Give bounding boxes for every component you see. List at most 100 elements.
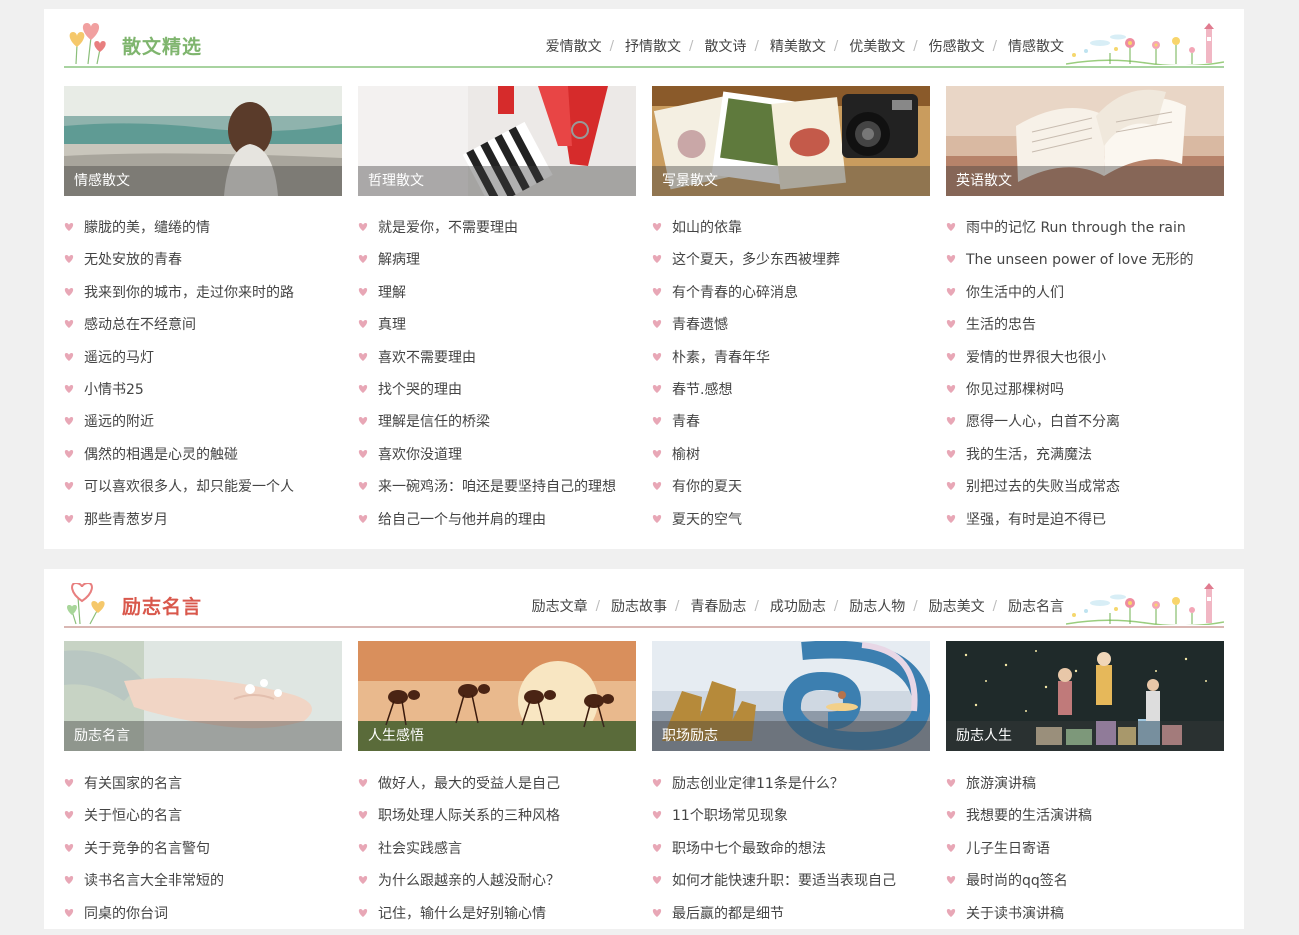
article-link[interactable]: 爱情的世界很大也很小 bbox=[966, 350, 1106, 366]
article-link[interactable]: 有个青春的心碎消息 bbox=[672, 285, 798, 301]
article-link[interactable]: 喜欢不需要理由 bbox=[378, 350, 476, 366]
article-link[interactable]: 这个夏天，多少东西被埋葬 bbox=[672, 252, 840, 268]
article-link[interactable]: 记住，输什么是好别输心情 bbox=[378, 906, 546, 922]
category-thumbnail[interactable]: 励志名言 bbox=[64, 641, 342, 751]
category-thumbnail[interactable]: 英语散文 bbox=[946, 86, 1224, 196]
nav-link[interactable]: 伤感散文 bbox=[929, 36, 985, 56]
list-item: 励志创业定律11条是什么？ bbox=[652, 773, 930, 805]
list-item: 关于竞争的名言警句 bbox=[64, 838, 342, 870]
article-link[interactable]: 旅游演讲稿 bbox=[966, 776, 1036, 792]
article-link[interactable]: 感动总在不经意间 bbox=[84, 317, 196, 333]
article-link[interactable]: 可以喜欢很多人，却只能爱一个人 bbox=[84, 479, 294, 495]
nav-link[interactable]: 青春励志 bbox=[690, 596, 746, 616]
article-link[interactable]: 朴素，青春年华 bbox=[672, 350, 770, 366]
article-link[interactable]: 11个职场常见现象 bbox=[672, 808, 788, 824]
category-thumbnail[interactable]: 哲理散文 bbox=[358, 86, 636, 196]
article-link[interactable]: 小情书25 bbox=[84, 382, 144, 398]
article-link[interactable]: 愿得一人心，白首不分离 bbox=[966, 414, 1120, 430]
article-link[interactable]: 你生活中的人们 bbox=[966, 285, 1064, 301]
hearts-logo-icon bbox=[67, 583, 105, 625]
heart-bullet-icon bbox=[946, 417, 956, 426]
article-link[interactable]: 有你的夏天 bbox=[672, 479, 742, 495]
article-link[interactable]: 我想要的生活演讲稿 bbox=[966, 808, 1092, 824]
nav-link[interactable]: 励志名言 bbox=[1008, 596, 1064, 616]
nav-link[interactable]: 抒情散文 bbox=[625, 36, 681, 56]
category-thumbnail[interactable]: 情感散文 bbox=[64, 86, 342, 196]
article-link[interactable]: 如何才能快速升职：要适当表现自己 bbox=[672, 873, 896, 889]
article-link[interactable]: 坚强，有时是迫不得已 bbox=[966, 512, 1106, 528]
article-link[interactable]: 遥远的马灯 bbox=[84, 350, 154, 366]
article-link[interactable]: 青春 bbox=[672, 414, 700, 430]
nav-link[interactable]: 优美散文 bbox=[849, 36, 905, 56]
article-link[interactable]: 喜欢你没道理 bbox=[378, 447, 462, 463]
article-link[interactable]: 夏天的空气 bbox=[672, 512, 742, 528]
article-link[interactable]: 找个哭的理由 bbox=[378, 382, 462, 398]
article-link[interactable]: 理解是信任的桥梁 bbox=[378, 414, 490, 430]
article-link[interactable]: 就是爱你，不需要理由 bbox=[378, 220, 518, 236]
article-link[interactable]: 你见过那棵树吗 bbox=[966, 382, 1064, 398]
article-link[interactable]: 雨中的记忆 Run through the rain bbox=[966, 220, 1186, 236]
article-link[interactable]: 如山的依靠 bbox=[672, 220, 742, 236]
nav-link[interactable]: 励志美文 bbox=[929, 596, 985, 616]
article-link[interactable]: 儿子生日寄语 bbox=[966, 841, 1050, 857]
category-card: 哲理散文 就是爱你，不需要理由 解病理 理解 真理 喜欢不需要理由 找个哭的理由… bbox=[358, 86, 636, 528]
article-link[interactable]: 来一碗鸡汤：咱还是要坚持自己的理想 bbox=[378, 479, 616, 495]
nav-link[interactable]: 励志文章 bbox=[532, 596, 588, 616]
category-thumbnail[interactable]: 励志人生 bbox=[946, 641, 1224, 751]
nav-link[interactable]: 成功励志 bbox=[770, 596, 826, 616]
article-link[interactable]: 生活的忠告 bbox=[966, 317, 1036, 333]
article-link[interactable]: 我的生活，充满魔法 bbox=[966, 447, 1092, 463]
list-item: 关于恒心的名言 bbox=[64, 805, 342, 837]
article-link[interactable]: 为什么跟越亲的人越没耐心？ bbox=[378, 873, 560, 889]
article-link[interactable]: 关于恒心的名言 bbox=[84, 808, 182, 824]
category-card: 励志名言 有关国家的名言 关于恒心的名言 关于竞争的名言警句 读书名言大全非常短… bbox=[64, 641, 342, 922]
heart-bullet-icon bbox=[64, 514, 74, 523]
article-link[interactable]: 社会实践感言 bbox=[378, 841, 462, 857]
nav-link[interactable]: 精美散文 bbox=[770, 36, 826, 56]
list-item: 春节.感想 bbox=[652, 379, 930, 411]
nav-link[interactable]: 励志人物 bbox=[849, 596, 905, 616]
nav-link[interactable]: 励志故事 bbox=[611, 596, 667, 616]
heart-bullet-icon bbox=[946, 482, 956, 491]
heart-bullet-icon bbox=[946, 514, 956, 523]
heart-bullet-icon bbox=[358, 449, 368, 458]
article-link[interactable]: 最后赢的都是细节 bbox=[672, 906, 784, 922]
article-link[interactable]: 朦胧的美，缱绻的情 bbox=[84, 220, 210, 236]
category-thumbnail[interactable]: 职场励志 bbox=[652, 641, 930, 751]
article-link[interactable]: 理解 bbox=[378, 285, 406, 301]
article-link[interactable]: 真理 bbox=[378, 317, 406, 333]
list-item: 有关国家的名言 bbox=[64, 773, 342, 805]
article-link[interactable]: 无处安放的青春 bbox=[84, 252, 182, 268]
article-link[interactable]: 给自己一个与他并肩的理由 bbox=[378, 512, 546, 528]
list-item: 做好人，最大的受益人是自己 bbox=[358, 773, 636, 805]
article-link[interactable]: 偶然的相遇是心灵的触碰 bbox=[84, 447, 238, 463]
nav-link[interactable]: 爱情散文 bbox=[546, 36, 602, 56]
article-link[interactable]: 做好人，最大的受益人是自己 bbox=[378, 776, 560, 792]
article-link[interactable]: 春节.感想 bbox=[672, 382, 732, 398]
list-item: 职场中七个最致命的想法 bbox=[652, 838, 930, 870]
article-link[interactable]: 青春遗憾 bbox=[672, 317, 728, 333]
article-link[interactable]: 关于读书演讲稿 bbox=[966, 906, 1064, 922]
article-link[interactable]: 遥远的附近 bbox=[84, 414, 154, 430]
article-link[interactable]: 关于竞争的名言警句 bbox=[84, 841, 210, 857]
article-link[interactable]: 励志创业定律11条是什么？ bbox=[672, 776, 844, 792]
category-thumbnail[interactable]: 写景散文 bbox=[652, 86, 930, 196]
article-link[interactable]: 别把过去的失败当成常态 bbox=[966, 479, 1120, 495]
article-link[interactable]: 有关国家的名言 bbox=[84, 776, 182, 792]
article-link[interactable]: 最时尚的qq签名 bbox=[966, 873, 1068, 889]
heart-bullet-icon bbox=[652, 384, 662, 393]
category-thumbnail[interactable]: 人生感悟 bbox=[358, 641, 636, 751]
article-list: 雨中的记忆 Run through the rain The unseen po… bbox=[946, 217, 1224, 541]
article-link[interactable]: 我来到你的城市，走过你来时的路 bbox=[84, 285, 294, 301]
nav-separator: / bbox=[754, 598, 759, 614]
article-link[interactable]: 那些青葱岁月 bbox=[84, 512, 168, 528]
article-link[interactable]: 解病理 bbox=[378, 252, 420, 268]
article-link[interactable]: 职场处理人际关系的三种风格 bbox=[378, 808, 560, 824]
article-link[interactable]: 读书名言大全非常短的 bbox=[84, 873, 224, 889]
nav-link[interactable]: 情感散文 bbox=[1008, 36, 1064, 56]
nav-link[interactable]: 散文诗 bbox=[704, 36, 746, 56]
article-link[interactable]: 职场中七个最致命的想法 bbox=[672, 841, 826, 857]
article-link[interactable]: 同桌的你台词 bbox=[84, 906, 168, 922]
article-link[interactable]: 榆树 bbox=[672, 447, 700, 463]
article-link[interactable]: The unseen power of love 无形的 bbox=[966, 252, 1194, 268]
